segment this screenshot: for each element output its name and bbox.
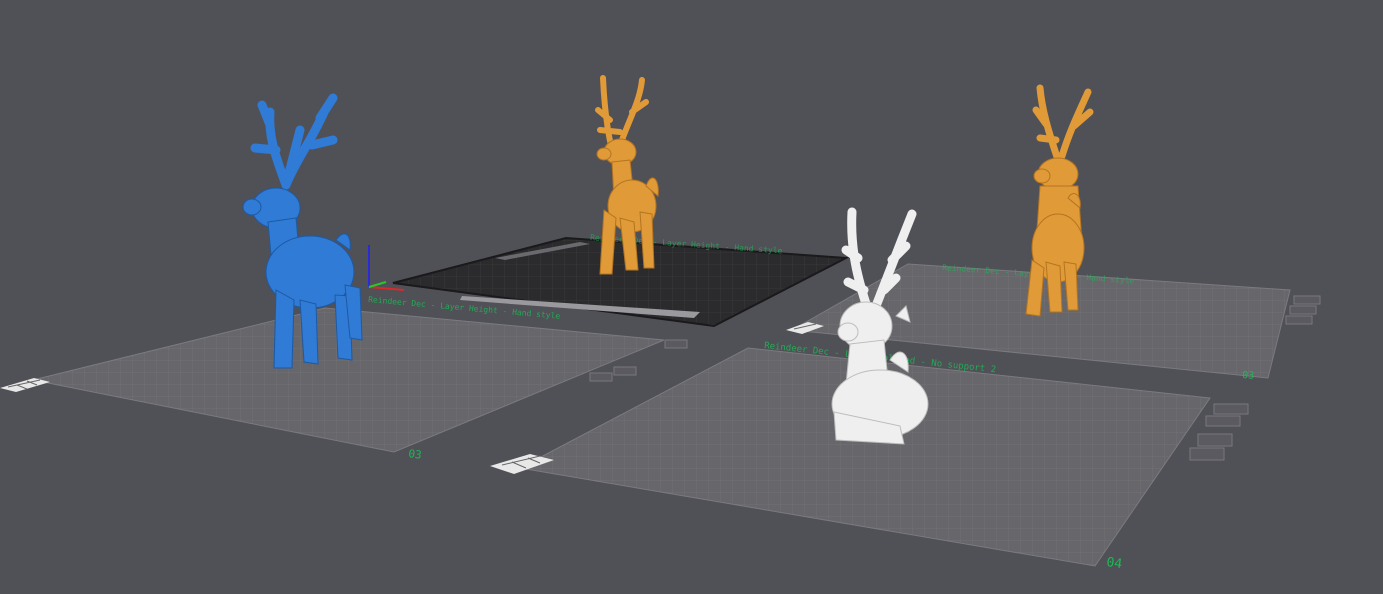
plate-orient-icon[interactable] xyxy=(1189,447,1225,461)
plate-side-buttons[interactable] xyxy=(1285,295,1321,325)
plate-settings-icon[interactable] xyxy=(1205,415,1241,427)
3d-viewport[interactable]: 03 Reindeer Dec - Layer Height - Hand st… xyxy=(0,0,1383,594)
plate-number: 03 xyxy=(1242,370,1255,382)
plate-number: 03 xyxy=(408,447,423,462)
plate-slice-icon[interactable] xyxy=(1197,433,1233,447)
plate-number: 04 xyxy=(1105,555,1123,572)
reindeer-model-orange-1[interactable] xyxy=(595,75,659,275)
plate-lock-icon[interactable] xyxy=(1213,403,1249,415)
